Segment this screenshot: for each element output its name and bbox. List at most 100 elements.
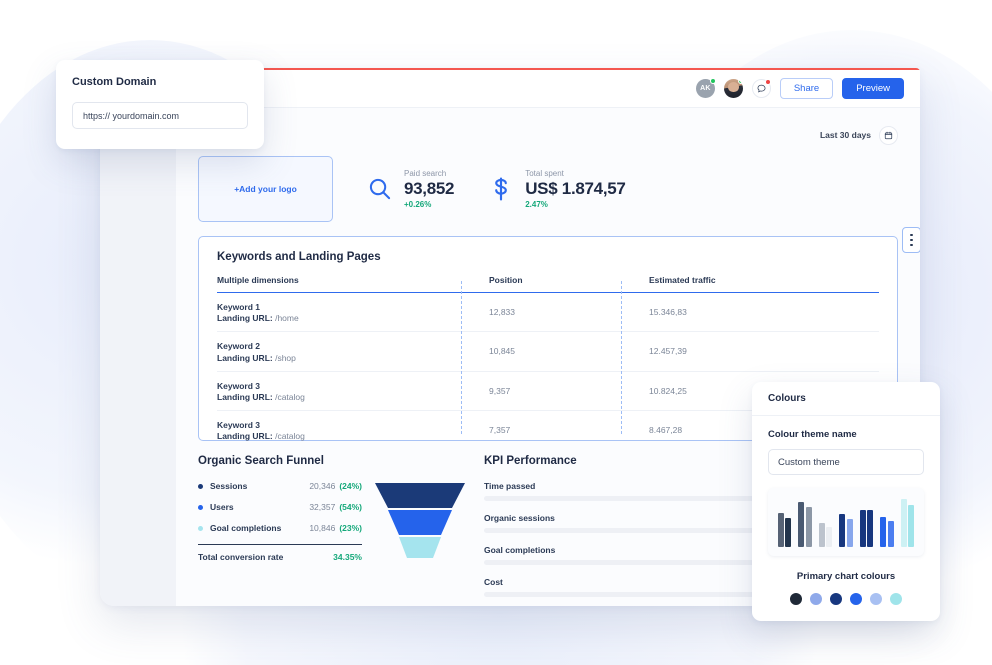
landing-url: Landing URL: /catalog [217, 431, 305, 442]
bar-pair [798, 502, 812, 547]
preview-bar [880, 517, 887, 547]
table-row[interactable]: Keyword 1 Landing URL: /home 12,833 15.3… [217, 292, 879, 333]
custom-domain-input[interactable] [72, 102, 248, 129]
colour-swatch[interactable] [790, 593, 802, 605]
preview-bar [900, 499, 907, 547]
date-range-label[interactable]: Last 30 days [820, 130, 871, 140]
preview-bar [818, 523, 825, 547]
column-divider [621, 281, 622, 434]
column-header-traffic[interactable]: Estimated traffic [639, 275, 879, 293]
cell-position: 10,845 [479, 331, 639, 372]
colour-swatch[interactable] [850, 593, 862, 605]
colour-theme-name-label: Colour theme name [768, 429, 857, 440]
preview-button[interactable]: Preview [842, 78, 904, 99]
comments-button[interactable] [751, 79, 771, 98]
stat-value: US$ 1.874,57 [525, 178, 626, 198]
kebab-dot [910, 233, 913, 237]
legend-label: Users [210, 502, 234, 512]
landing-url: Landing URL: /shop [217, 352, 296, 363]
kebab-dot [910, 238, 913, 242]
chat-bubble-icon [757, 84, 766, 93]
colours-popover-title: Colours [752, 382, 940, 416]
bar-pair [777, 513, 792, 547]
keyword-name: Keyword 1 [217, 302, 260, 312]
avatar-user-ak[interactable]: AK [695, 78, 716, 98]
card-title: Keywords and Landing Pages [217, 251, 381, 263]
notification-badge [764, 79, 771, 85]
preview-bar [867, 510, 874, 547]
kpi-label: Cost [484, 577, 503, 587]
custom-domain-popover: Custom Domain [56, 60, 264, 149]
stat-label: Total spent [525, 168, 564, 178]
preview-bar [777, 513, 784, 547]
stat-paid-search: Paid search 93,852 +0.26% [367, 168, 455, 210]
column-header-dimensions[interactable]: Multiple dimensions [217, 275, 479, 293]
legend-label: Sessions [210, 481, 248, 491]
funnel-segment-goal-completions [399, 537, 441, 558]
add-logo-placeholder[interactable]: +Add your logo [198, 156, 333, 222]
colour-swatch[interactable] [810, 593, 822, 605]
stat-value: 93,852 [404, 178, 455, 198]
legend-color-dot [198, 504, 203, 510]
preview-bar [805, 507, 812, 547]
funnel-segment-sessions [375, 483, 465, 508]
avatar-user-photo[interactable] [723, 79, 743, 98]
left-rail [100, 108, 176, 606]
funnel-segment-users [388, 510, 452, 535]
column-header-position[interactable]: Position [479, 275, 639, 293]
kebab-dot [910, 243, 913, 247]
keyword-name: Keyword 3 [217, 419, 260, 430]
kpi-label: Goal completions [484, 545, 556, 555]
panel-title: Organic Search Funnel [198, 455, 324, 467]
colour-swatch[interactable] [870, 593, 882, 605]
cell-traffic: 15.346,83 [639, 292, 879, 333]
date-filter-row: Last 30 days [198, 120, 898, 150]
colours-popover: Colours Colour theme name Custom theme P… [752, 382, 940, 621]
cell-dimension: Keyword 2 Landing URL: /shop [217, 331, 479, 372]
cell-position: 12,833 [479, 292, 639, 333]
landing-url: Landing URL: /home [217, 313, 299, 324]
bar-pair [880, 517, 894, 547]
keyword-name: Keyword 3 [217, 380, 260, 391]
bar-pair [839, 514, 853, 547]
stat-label: Paid search [404, 168, 447, 178]
preview-bar [826, 527, 833, 547]
legend-value: 10,846 [309, 523, 336, 533]
funnel-step-sessions: Sessions 20,346 (24%) [198, 481, 362, 491]
stat-total-spent: Total spent US$ 1.874,57 2.47% [488, 168, 626, 209]
cell-position: 9,357 [479, 371, 639, 411]
legend-percent: (54%) [339, 502, 362, 512]
preview-bar [846, 519, 853, 547]
colour-swatch[interactable] [890, 593, 902, 605]
cell-dimension: Keyword 3 Landing URL: /catalog [217, 410, 479, 449]
funnel-chart [375, 483, 465, 558]
legend-percent: (23%) [339, 523, 362, 533]
card-more-options-button[interactable] [902, 227, 920, 253]
funnel-step-goal-completions: Goal completions 10,846 (23%) [198, 523, 362, 533]
funnel-legend: Sessions 20,346 (24%) Users 32,357 (54%) [198, 481, 362, 562]
cell-dimension: Keyword 3 Landing URL: /catalog [217, 371, 479, 411]
legend-color-dot [198, 483, 203, 489]
online-status-dot [709, 78, 716, 84]
search-icon [367, 176, 393, 202]
legend-value: 32,357 [309, 502, 336, 512]
legend-color-dot [198, 525, 203, 531]
cell-dimension: Keyword 1 Landing URL: /home [217, 292, 479, 333]
calendar-button[interactable] [879, 125, 898, 145]
landing-url: Landing URL: /catalog [217, 391, 305, 402]
cell-position: 7,357 [489, 425, 511, 436]
online-status-dot [737, 79, 743, 84]
total-conversion-rate-row: Total conversion rate 34.35% [198, 544, 362, 562]
share-button[interactable]: Share [779, 78, 834, 99]
keyword-name: Keyword 2 [217, 341, 260, 352]
dollar-icon [488, 176, 514, 202]
calendar-icon [884, 131, 893, 139]
bar-pair [859, 510, 874, 547]
conversion-value: 34.35% [333, 552, 362, 562]
kpi-label: Time passed [484, 481, 536, 491]
colour-swatch[interactable] [830, 593, 842, 605]
stat-delta: +0.26% [404, 200, 432, 210]
conversion-label: Total conversion rate [198, 552, 284, 562]
table-row[interactable]: Keyword 2 Landing URL: /shop 10,845 12.4… [217, 331, 879, 372]
colour-theme-name-input[interactable] [768, 449, 924, 475]
